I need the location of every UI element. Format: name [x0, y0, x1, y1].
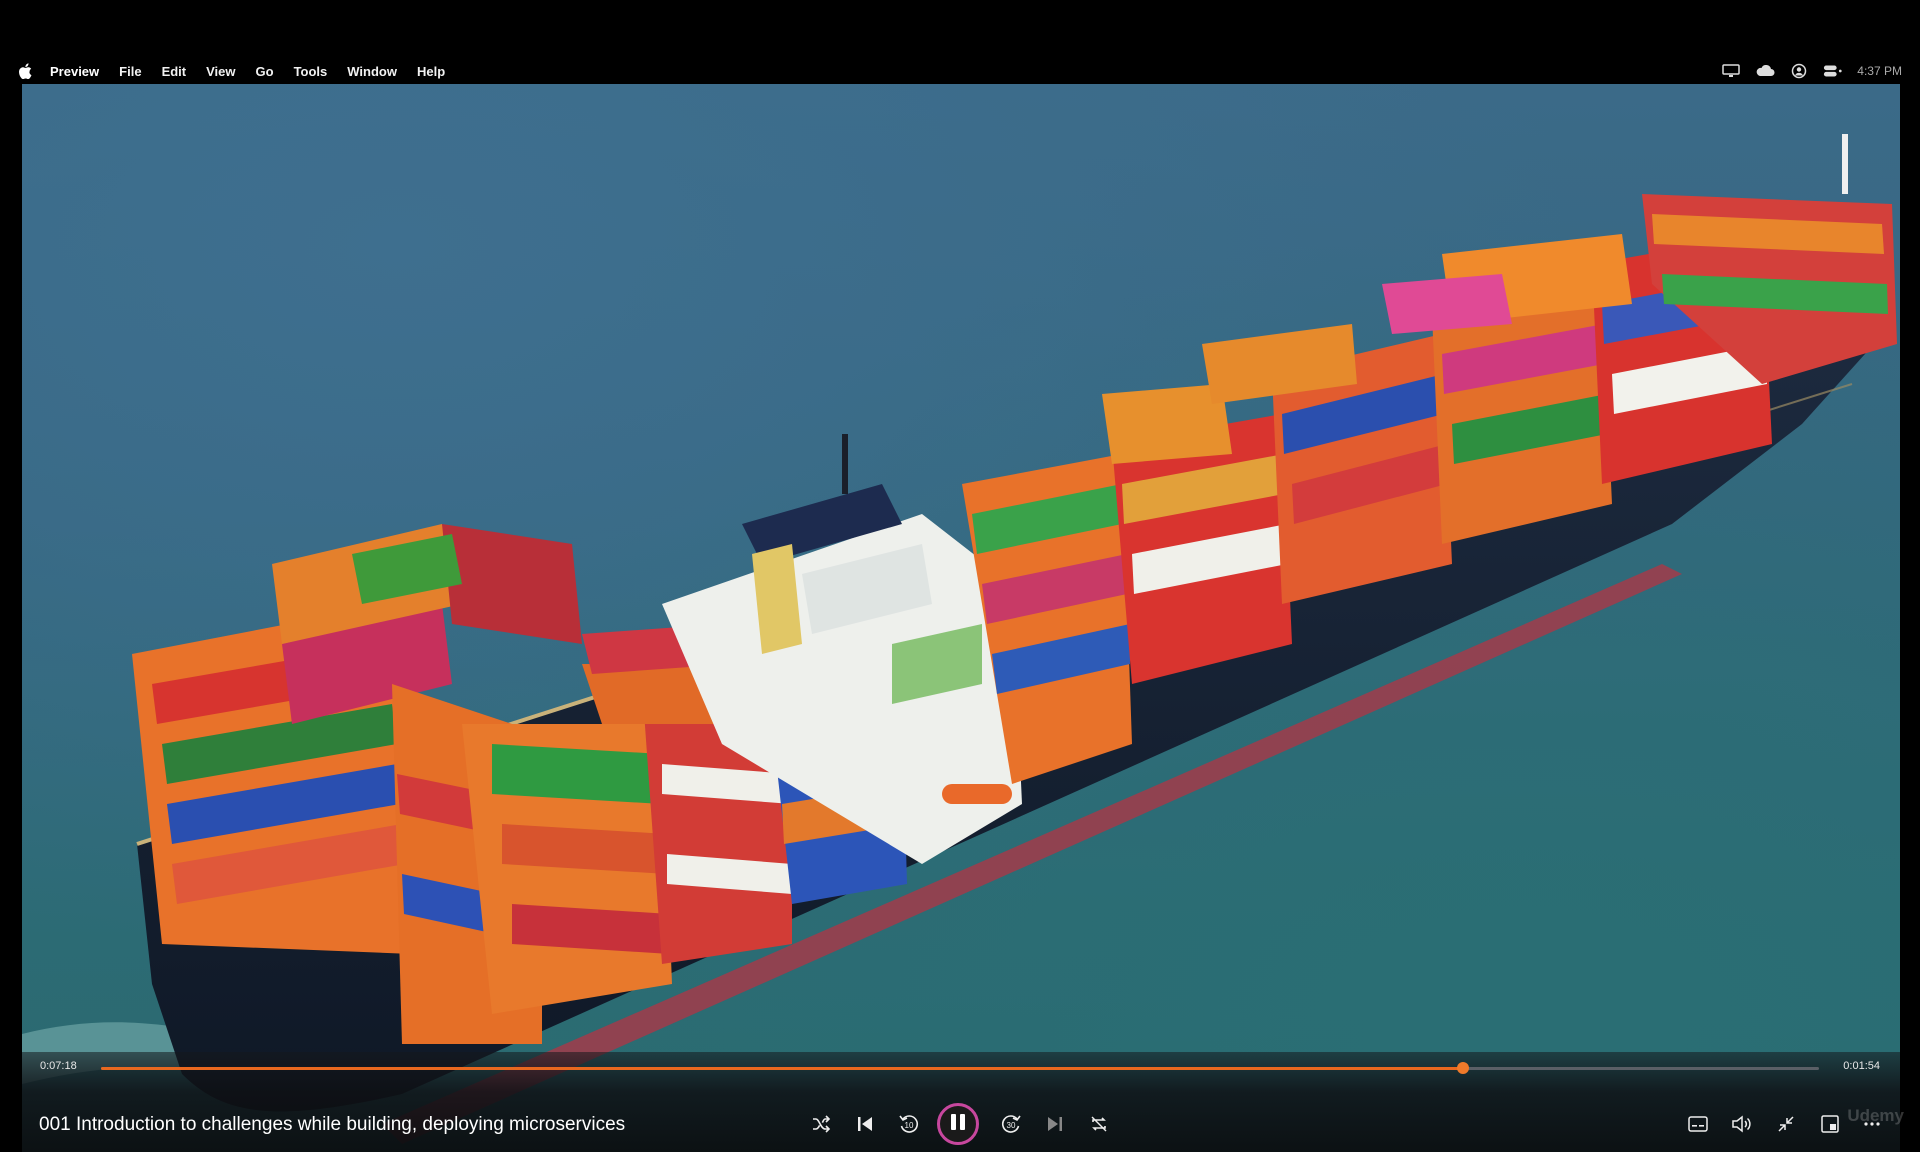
menu-app-name[interactable]: Preview	[50, 64, 99, 79]
display-icon[interactable]	[1721, 63, 1741, 79]
previous-icon[interactable]	[851, 1110, 879, 1138]
menu-status-area: 4:37 PM	[1721, 58, 1902, 84]
menu-go[interactable]: Go	[256, 64, 274, 79]
video-frame[interactable]	[22, 84, 1900, 1152]
menu-window[interactable]: Window	[347, 64, 397, 79]
udemy-watermark: Udemy	[1847, 1106, 1904, 1125]
progress-fill	[101, 1067, 1464, 1070]
menu-edit[interactable]: Edit	[162, 64, 187, 79]
user-account-icon[interactable]	[1789, 63, 1809, 79]
next-icon[interactable]	[1041, 1110, 1069, 1138]
pause-button[interactable]	[937, 1103, 979, 1145]
menu-bar: Preview File Edit View Go Tools Window H…	[0, 58, 1920, 84]
menu-tools[interactable]: Tools	[294, 64, 328, 79]
rewind-seconds-label: 10	[905, 1121, 914, 1130]
exit-fullscreen-icon[interactable]	[1772, 1110, 1800, 1138]
elapsed-time: 0:07:18	[40, 1060, 77, 1072]
video-still-image	[22, 134, 1897, 1144]
menu-clock: 4:37 PM	[1857, 64, 1902, 78]
forward-seconds-label: 30	[1007, 1121, 1016, 1130]
menu-help[interactable]: Help	[417, 64, 445, 79]
rewind-10-icon[interactable]: 10	[895, 1110, 923, 1138]
menu-view[interactable]: View	[206, 64, 235, 79]
cloud-icon[interactable]	[1755, 63, 1775, 79]
shuffle-icon[interactable]	[807, 1110, 835, 1138]
mini-player-icon[interactable]	[1816, 1110, 1844, 1138]
pause-icon	[950, 1113, 966, 1136]
progress-bar[interactable]	[101, 1062, 1819, 1074]
menu-file[interactable]: File	[119, 64, 141, 79]
volume-icon[interactable]	[1728, 1110, 1756, 1138]
forward-30-icon[interactable]: 30	[997, 1110, 1025, 1138]
video-title: 001 Introduction to challenges while bui…	[39, 1114, 626, 1135]
repeat-off-icon[interactable]	[1085, 1110, 1113, 1138]
captions-icon[interactable]	[1684, 1110, 1712, 1138]
remaining-time: 0:01:54	[1843, 1060, 1880, 1072]
control-center-icon[interactable]	[1823, 63, 1843, 79]
apple-logo-icon[interactable]	[18, 62, 34, 80]
container-stack-forward	[962, 134, 1897, 784]
